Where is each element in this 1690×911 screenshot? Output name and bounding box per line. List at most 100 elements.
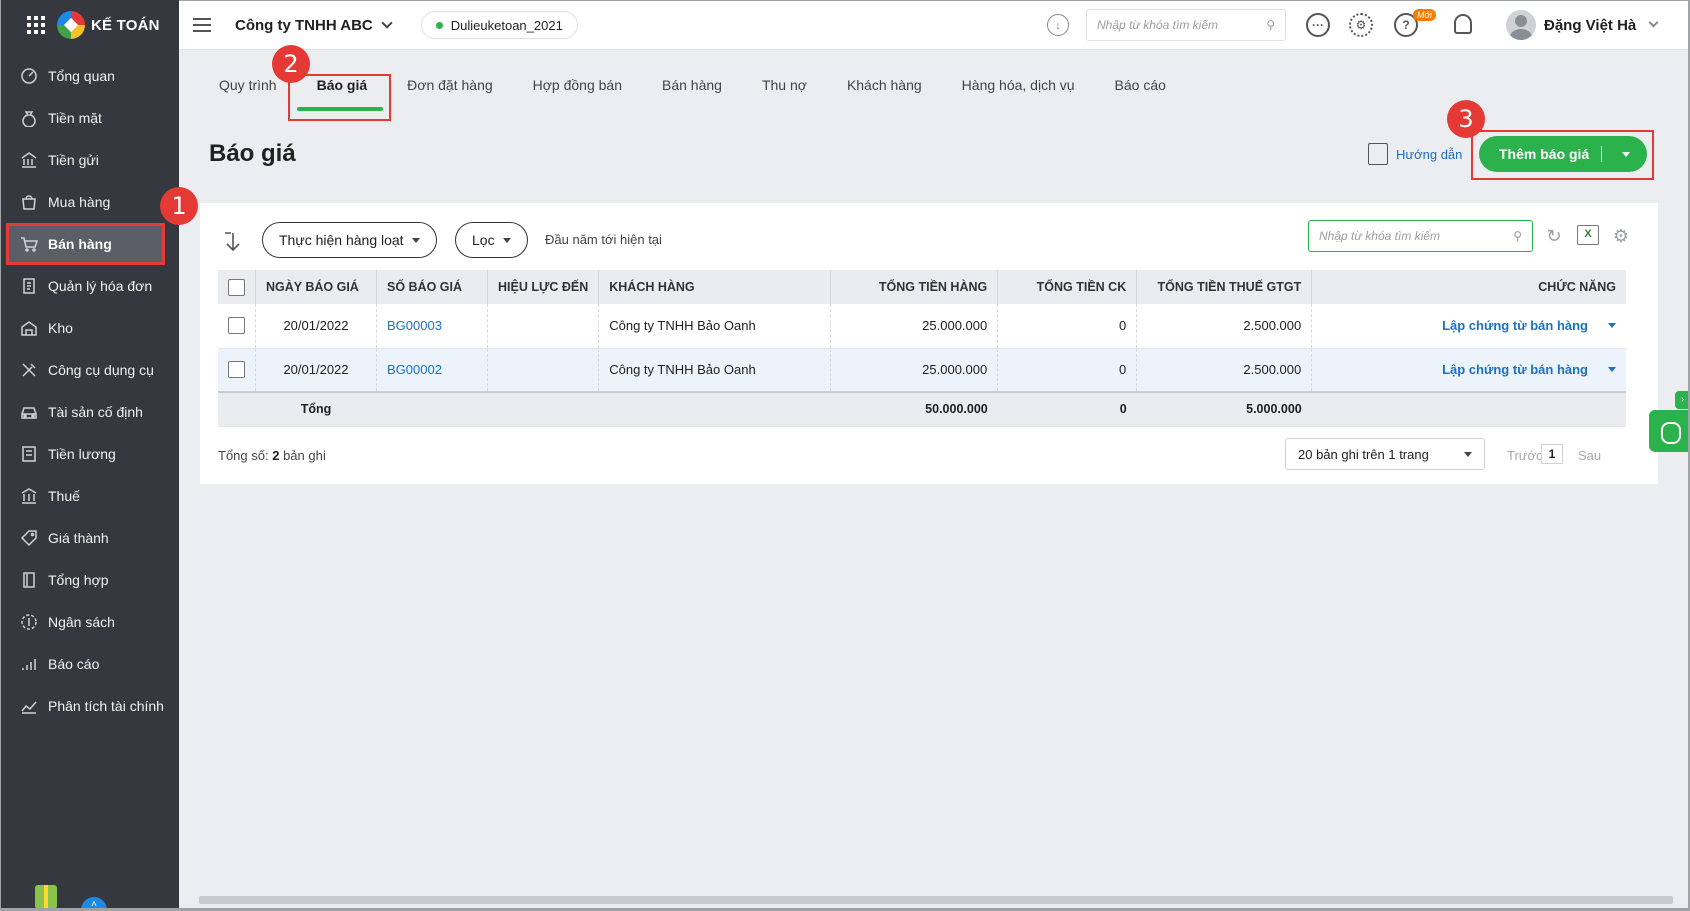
company-selector[interactable]: Công ty TNHH ABC	[235, 16, 393, 34]
sidebar-item-tien-luong[interactable]: Tiền lương	[1, 433, 179, 475]
tab-ban-hang[interactable]: Bán hàng	[662, 77, 722, 93]
row-select-cell	[218, 348, 256, 393]
tab-thu-no[interactable]: Thu nợ	[762, 77, 807, 93]
gift-icon[interactable]	[35, 885, 57, 909]
sidebar-item-ngan-sach[interactable]: Ngân sách	[1, 601, 179, 643]
page-size-select[interactable]: 20 bản ghi trên 1 trang	[1285, 438, 1485, 470]
horizontal-scrollbar[interactable]	[199, 896, 1673, 904]
sidebar-item-kho[interactable]: Kho	[1, 307, 179, 349]
caret-down-icon[interactable]	[1608, 323, 1616, 332]
apps-grid-icon[interactable]	[27, 16, 45, 34]
annotation-step-1: 1	[160, 187, 198, 225]
tab-highlight-frame	[288, 74, 391, 121]
sidebar-item-tien-mat[interactable]: Tiền mặt	[1, 97, 179, 139]
table-header-row: NGÀY BÁO GIÁ SỐ BÁO GIÁ HIỆU LỰC ĐẾN KHÁ…	[218, 270, 1626, 304]
bulk-action-button[interactable]: Thực hiện hàng loạt	[262, 222, 437, 258]
sidebar-item-quan-ly-hoa-don[interactable]: Quản lý hóa đơn	[1, 265, 179, 307]
caret-down-icon[interactable]	[1608, 367, 1616, 376]
tab-bao-cao[interactable]: Báo cáo	[1115, 77, 1166, 93]
quote-number-link[interactable]: BG00003	[387, 318, 442, 333]
global-search-input[interactable]: Nhập từ khóa tìm kiếm ⚲	[1086, 9, 1286, 41]
sidebar-item-cong-cu-dung-cu[interactable]: Công cụ dụng cụ	[1, 349, 179, 391]
quote-list-card: Thực hiện hàng loạt Lọc Đầu năm tới hiện…	[200, 203, 1658, 484]
filter-label: Lọc	[472, 232, 495, 248]
gear-icon[interactable]: ⚙	[1349, 13, 1373, 37]
sidebar-item-label: Phân tích tài chính	[48, 698, 164, 714]
row-action-menu[interactable]: Lập chứng từ bán hàng	[1442, 362, 1616, 377]
sidebar-item-thue[interactable]: Thuế	[1, 475, 179, 517]
col-total-discount[interactable]: TỔNG TIỀN CK	[997, 270, 1138, 304]
col-valid-until[interactable]: HIỆU LỰC ĐẾN	[487, 270, 600, 304]
next-page-button[interactable]: Sau	[1578, 448, 1601, 463]
sidebar-item-tien-gui[interactable]: Tiền gửi	[1, 139, 179, 181]
sidebar-item-label: Bán hàng	[48, 236, 112, 252]
cell-total-vat: 2.500.000	[1136, 348, 1313, 393]
create-sales-voucher-link[interactable]: Lập chứng từ bán hàng	[1442, 318, 1588, 333]
sidebar-item-bao-cao[interactable]: Báo cáo	[1, 643, 179, 685]
sidebar-item-tong-quan[interactable]: Tổng quan	[1, 55, 179, 97]
col-date[interactable]: NGÀY BÁO GIÁ	[255, 270, 377, 304]
add-quote-button[interactable]: Thêm báo giá	[1479, 136, 1647, 172]
chat-icon[interactable]: ···	[1306, 13, 1330, 37]
total-goods: 50.000.000	[830, 391, 998, 427]
bell-icon[interactable]	[1454, 14, 1472, 34]
money-bag-icon	[20, 109, 38, 127]
sidebar-item-tai-san-co-dinh[interactable]: Tài sản cố định	[1, 391, 179, 433]
col-customer[interactable]: KHÁCH HÀNG	[598, 270, 832, 304]
excel-export-icon[interactable]: X	[1577, 225, 1599, 245]
collapse-arrow-icon[interactable]	[223, 232, 241, 252]
refresh-icon[interactable]: ↻	[1543, 225, 1565, 247]
quote-table: NGÀY BÁO GIÁ SỐ BÁO GIÁ HIỆU LỰC ĐẾN KHÁ…	[218, 270, 1626, 427]
quote-number-link[interactable]: BG00002	[387, 362, 442, 377]
database-selector[interactable]: Dulieuketoan_2021	[420, 11, 578, 39]
support-widget-icon[interactable]	[1649, 410, 1690, 452]
menu-icon[interactable]	[193, 18, 211, 32]
tab-don-dat-hang[interactable]: Đơn đặt hàng	[407, 77, 492, 93]
guide-link[interactable]: Hướng dẫn	[1368, 143, 1462, 165]
current-page[interactable]: 1	[1541, 444, 1563, 464]
total-label: Tổng	[255, 391, 377, 427]
user-menu[interactable]: Đặng Việt Hà	[1506, 10, 1659, 40]
dashboard-icon	[20, 67, 38, 85]
car-icon	[20, 403, 38, 421]
create-sales-voucher-link[interactable]: Lập chứng từ bán hàng	[1442, 362, 1588, 377]
list-search-input[interactable]: Nhập từ khóa tìm kiếm ⚲	[1308, 220, 1533, 252]
download-icon[interactable]: ↓	[1047, 14, 1069, 36]
tab-hang-hoa-dich-vu[interactable]: Hàng hóa, dịch vụ	[962, 77, 1075, 93]
sidebar-item-phan-tich-tai-chinh[interactable]: Phân tích tài chính	[1, 685, 179, 727]
settings-icon[interactable]: ⚙	[1610, 225, 1632, 247]
table-row[interactable]: 20/01/2022 BG00003 Công ty TNHH Bảo Oanh…	[218, 304, 1626, 349]
sidebar-item-ban-hang[interactable]: Bán hàng	[6, 223, 165, 265]
row-checkbox[interactable]	[228, 317, 245, 335]
brand-bar: KẾ TOÁN	[1, 0, 179, 50]
select-all-checkbox[interactable]	[228, 278, 245, 296]
row-action-menu[interactable]: Lập chứng từ bán hàng	[1442, 318, 1616, 333]
dropdown-caret-icon[interactable]	[1622, 152, 1630, 161]
col-total-vat[interactable]: TỔNG TIỀN THUẾ GTGT	[1136, 270, 1313, 304]
sidebar-item-label: Giá thành	[48, 530, 109, 546]
sidebar-item-label: Tổng quan	[48, 68, 115, 84]
prev-page-button[interactable]: Trước	[1507, 448, 1543, 463]
chevron-down-icon	[381, 16, 393, 29]
table-row[interactable]: 20/01/2022 BG00002 Công ty TNHH Bảo Oanh…	[218, 348, 1626, 393]
database-name: Dulieuketoan_2021	[450, 17, 563, 33]
tab-quy-trinh[interactable]: Quy trình	[219, 77, 277, 93]
sidebar-item-tong-hop[interactable]: Tổng hợp	[1, 559, 179, 601]
search-icon: ⚲	[1513, 229, 1522, 243]
sidebar-item-mua-hang[interactable]: Mua hàng	[1, 181, 179, 223]
filter-button[interactable]: Lọc	[455, 222, 528, 258]
sidebar-item-gia-thanh[interactable]: Giá thành	[1, 517, 179, 559]
cell-total-goods: 25.000.000	[830, 304, 999, 349]
tab-hop-dong-ban[interactable]: Hợp đồng bán	[533, 77, 622, 93]
annotation-step-3: 3	[1447, 100, 1485, 138]
total-spacer-cell	[218, 391, 256, 427]
col-total-goods[interactable]: TỔNG TIỀN HÀNG	[830, 270, 999, 304]
warehouse-icon	[20, 319, 38, 337]
cell-date: 20/01/2022	[255, 304, 377, 349]
sidebar-item-label: Mua hàng	[48, 194, 111, 210]
tab-khach-hang[interactable]: Khách hàng	[847, 77, 922, 93]
col-number[interactable]: SỐ BÁO GIÁ	[376, 270, 488, 304]
user-name: Đặng Việt Hà	[1544, 16, 1637, 34]
list-search-placeholder: Nhập từ khóa tìm kiếm	[1319, 229, 1440, 243]
row-checkbox[interactable]	[228, 361, 245, 379]
